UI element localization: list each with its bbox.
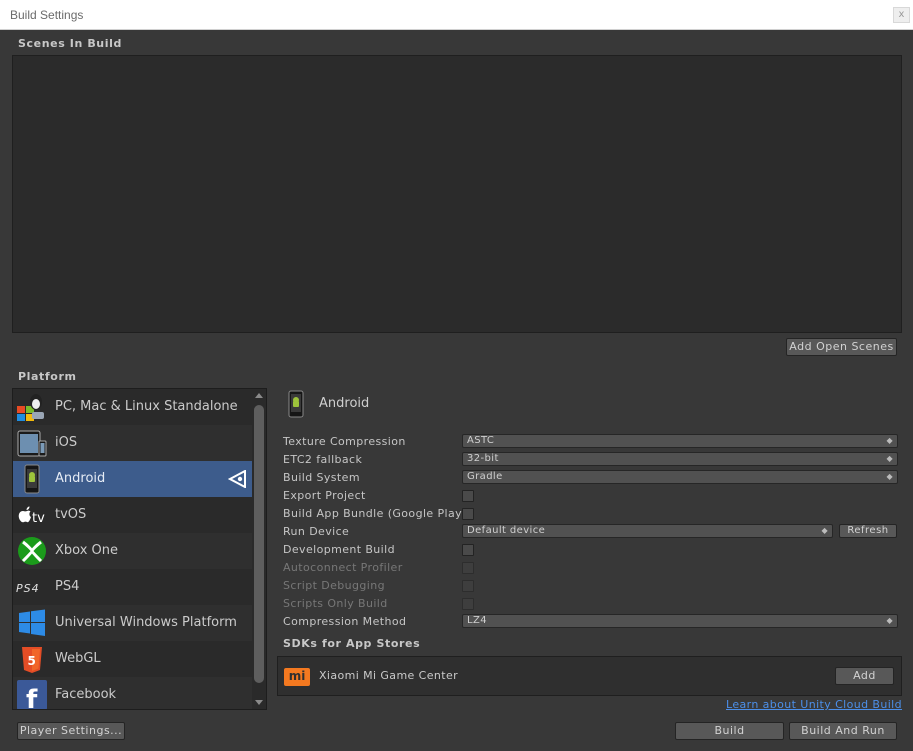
autoconnect-profiler-label: Autoconnect Profiler [283, 561, 403, 574]
dropdown-arrows-icon: ◆ [886, 454, 893, 463]
unity-cloud-build-link[interactable]: Learn about Unity Cloud Build [726, 698, 902, 711]
dropdown-arrows-icon: ◆ [886, 472, 893, 481]
scripts-only-build-label: Scripts Only Build [283, 597, 388, 610]
scroll-down-icon[interactable] [255, 700, 263, 705]
ios-device-icon [17, 430, 47, 457]
dropdown-arrows-icon: ◆ [821, 526, 828, 535]
platform-item-ios[interactable]: iOS [13, 425, 254, 461]
build-app-bundle-checkbox[interactable] [462, 508, 474, 520]
ps4-logo-icon: PS4 [16, 582, 40, 595]
android-phone-icon [288, 390, 304, 418]
platform-item-uwp[interactable]: Universal Windows Platform [13, 605, 254, 641]
platform-item-webgl[interactable]: 5 WebGL [13, 641, 254, 677]
platform-item-label: PC, Mac & Linux Standalone [55, 399, 238, 414]
pc-mac-linux-icon [17, 394, 44, 421]
build-system-label: Build System [283, 471, 360, 484]
texture-compression-label: Texture Compression [283, 435, 406, 448]
android-phone-icon [24, 464, 40, 494]
scripts-only-build-checkbox [462, 598, 474, 610]
svg-text:f: f [26, 685, 38, 710]
facebook-icon: f [17, 680, 47, 710]
platform-item-label: WebGL [55, 651, 101, 666]
window-titlebar: Build Settings x [0, 0, 913, 30]
development-build-checkbox[interactable] [462, 544, 474, 556]
platform-item-facebook[interactable]: f Facebook [13, 677, 254, 710]
svg-text:5: 5 [28, 654, 36, 668]
compression-method-label: Compression Method [283, 615, 407, 628]
add-sdk-button[interactable]: Add [835, 667, 894, 685]
compression-method-value: LZ4 [467, 615, 487, 626]
script-debugging-checkbox [462, 580, 474, 592]
sdk-item-label: Xiaomi Mi Game Center [319, 669, 459, 682]
sdks-title: SDKs for App Stores [283, 637, 421, 650]
close-icon[interactable]: x [893, 7, 910, 23]
apple-tv-icon: tv [18, 506, 45, 526]
scenes-in-build-title: Scenes In Build [18, 37, 122, 50]
texture-compression-dropdown[interactable]: ASTC ◆ [462, 434, 898, 448]
platform-item-label: PS4 [55, 579, 80, 594]
build-system-dropdown[interactable]: Gradle ◆ [462, 470, 898, 484]
texture-compression-value: ASTC [467, 435, 495, 446]
svg-text:tv: tv [32, 511, 45, 526]
etc2-fallback-value: 32-bit [467, 453, 499, 464]
platform-item-label: Universal Windows Platform [55, 615, 237, 630]
add-open-scenes-button[interactable]: Add Open Scenes [786, 338, 897, 356]
platform-item-label: Xbox One [55, 543, 119, 558]
build-and-run-button[interactable]: Build And Run [789, 722, 897, 740]
refresh-button[interactable]: Refresh [839, 524, 897, 538]
script-debugging-label: Script Debugging [283, 579, 385, 592]
build-app-bundle-label: Build App Bundle (Google Play) [283, 507, 467, 520]
platform-item-ps4[interactable]: PS4 PS4 [13, 569, 254, 605]
unity-logo-icon [228, 470, 246, 488]
platform-title: Platform [18, 370, 77, 383]
build-system-value: Gradle [467, 471, 503, 482]
window-title: Build Settings [10, 8, 84, 22]
run-device-dropdown[interactable]: Default device ◆ [462, 524, 833, 538]
xbox-icon [18, 537, 46, 565]
development-build-label: Development Build [283, 543, 395, 556]
platform-item-android[interactable]: Android [13, 461, 254, 497]
platform-list-scrollbar[interactable] [252, 389, 266, 709]
etc2-fallback-dropdown[interactable]: 32-bit ◆ [462, 452, 898, 466]
player-settings-button[interactable]: Player Settings... [17, 722, 125, 740]
etc2-fallback-label: ETC2 fallback [283, 453, 363, 466]
scroll-up-icon[interactable] [255, 393, 263, 398]
platform-item-label: tvOS [55, 507, 87, 522]
platform-item-pc-mac-linux[interactable]: PC, Mac & Linux Standalone [13, 389, 254, 425]
html5-icon: 5 [22, 647, 42, 673]
platform-list[interactable]: PC, Mac & Linux Standalone iOS Android t [12, 388, 267, 710]
platform-item-label: iOS [55, 435, 78, 450]
scenes-list[interactable] [12, 55, 902, 333]
run-device-label: Run Device [283, 525, 350, 538]
platform-item-tvos[interactable]: tv tvOS [13, 497, 254, 533]
compression-method-dropdown[interactable]: LZ4 ◆ [462, 614, 898, 628]
autoconnect-profiler-checkbox [462, 562, 474, 574]
scroll-thumb[interactable] [254, 405, 264, 683]
dropdown-arrows-icon: ◆ [886, 616, 893, 625]
platform-item-label: Android [55, 471, 106, 486]
platform-item-xbox-one[interactable]: Xbox One [13, 533, 254, 569]
windows-logo-icon [19, 609, 45, 636]
build-button[interactable]: Build [675, 722, 784, 740]
xiaomi-logo-icon: mi [284, 668, 310, 686]
svg-text:PS4: PS4 [16, 582, 40, 595]
platform-item-label: Facebook [55, 687, 117, 702]
settings-header-title: Android [319, 396, 370, 411]
run-device-value: Default device [467, 525, 546, 536]
export-project-checkbox[interactable] [462, 490, 474, 502]
dropdown-arrows-icon: ◆ [886, 436, 893, 445]
sdk-list: mi Xiaomi Mi Game Center Add [277, 656, 902, 696]
export-project-label: Export Project [283, 489, 366, 502]
